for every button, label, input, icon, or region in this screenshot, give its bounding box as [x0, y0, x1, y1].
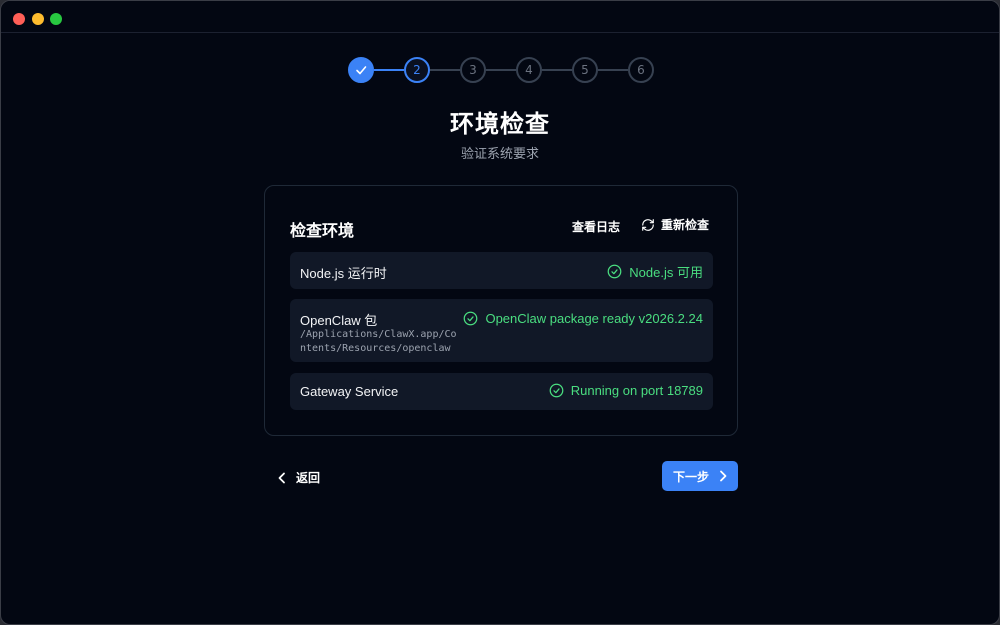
chevron-right-icon: [720, 470, 727, 482]
recheck-button[interactable]: 重新检查: [641, 216, 709, 233]
step-connector: [430, 69, 460, 71]
check-label: OpenClaw 包: [300, 313, 378, 328]
check-label: Node.js 运行时: [300, 266, 387, 281]
back-label: 返回: [296, 471, 321, 485]
check-row-nodejs: Node.js 运行时 Node.js 可用: [290, 252, 713, 289]
check-row-openclaw: OpenClaw 包 /Applications/ClawX.app/Conte…: [290, 299, 713, 362]
close-window-button[interactable]: [13, 13, 25, 25]
check-status-text: OpenClaw package ready v2026.2.24: [485, 311, 703, 326]
check-status-text: Running on port 18789: [570, 383, 703, 398]
app-window: 2 3 4 5 6 环境检查 验证系统要求 检查环境 查看日志 重新检查 Nod…: [0, 0, 1000, 625]
check-circle-icon: [607, 264, 622, 279]
environment-check-card: 检查环境 查看日志 重新检查 Node.js 运行时 Node.js 可用 Op…: [264, 185, 738, 436]
step-connector: [542, 69, 572, 71]
check-path: /Applications/ClawX.app/Contents/Resourc…: [300, 329, 457, 354]
step-3: 3: [460, 57, 486, 83]
title-bar: [1, 1, 999, 33]
view-log-button[interactable]: 查看日志: [572, 218, 620, 235]
check-status: Node.js 可用: [607, 262, 703, 281]
check-status: Running on port 18789: [549, 383, 703, 398]
page-subtitle: 验证系统要求: [460, 146, 539, 161]
step-connector: [598, 69, 628, 71]
step-4: 4: [516, 57, 542, 83]
check-status-text: Node.js 可用: [629, 265, 703, 280]
check-circle-icon: [464, 311, 478, 326]
next-button[interactable]: 下一步: [662, 461, 738, 491]
step-connector: [374, 69, 404, 71]
check-circle-icon: [549, 383, 564, 398]
step-connector: [486, 69, 516, 71]
recheck-label: 重新检查: [661, 218, 710, 232]
maximize-window-button[interactable]: [50, 13, 62, 25]
check-row-gateway: Gateway Service Running on port 18789: [290, 373, 713, 410]
next-label: 下一步: [672, 469, 709, 484]
check-status: OpenClaw package ready v2026.2.24: [463, 311, 703, 326]
step-1-complete: [348, 57, 374, 83]
page-title: 环境检查: [450, 111, 550, 138]
step-6: 6: [628, 57, 654, 83]
refresh-icon: [642, 218, 654, 231]
step-5: 5: [572, 57, 598, 83]
check-label: Gateway Service: [300, 384, 399, 399]
check-icon: [356, 66, 367, 75]
minimize-window-button[interactable]: [32, 13, 44, 25]
setup-stepper: 2 3 4 5 6: [348, 57, 656, 83]
step-2-current: 2: [404, 57, 430, 83]
card-title: 检查环境: [290, 223, 355, 240]
chevron-left-icon: [278, 472, 285, 483]
back-button[interactable]: 返回: [278, 469, 320, 486]
